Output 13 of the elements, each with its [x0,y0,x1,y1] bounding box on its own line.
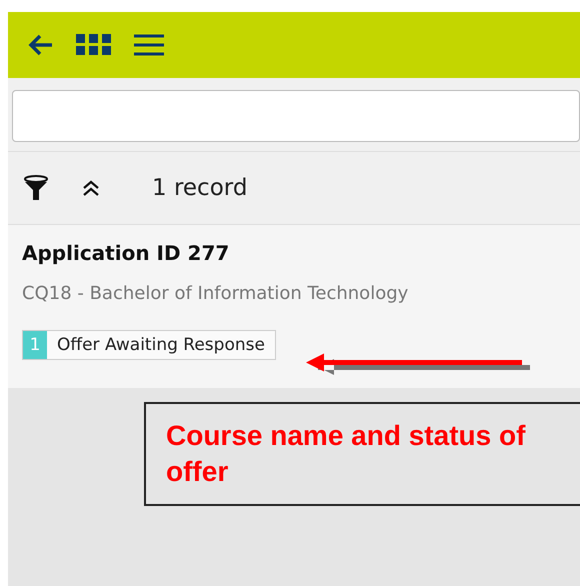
status-number: 1 [23,331,47,359]
menu-icon[interactable] [134,34,164,56]
course-name: CQ18 - Bachelor of Information Technology [22,283,410,304]
status-label: Offer Awaiting Response [56,334,266,357]
application-title: Application ID 277 [22,241,230,265]
search-field[interactable] [12,90,580,142]
back-arrow-icon[interactable] [26,32,54,58]
annotation-text: Course name and status of offer [166,419,526,490]
grid-icon[interactable] [76,34,112,56]
collapse-chevron-icon[interactable] [82,180,100,196]
record-card[interactable]: Application ID 277 CQ18 - Bachelor of Information Technology 1 Offer Awaiting Response [8,225,580,388]
record-count: 1 record [152,175,248,201]
filter-icon[interactable] [22,175,50,201]
